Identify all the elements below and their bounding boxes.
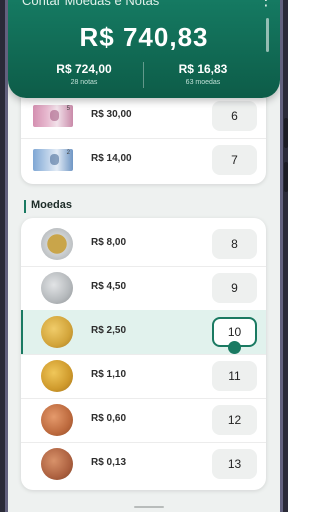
note-row-2-reais: 2 R$ 14,00 7 — [21, 138, 266, 182]
coin-1-centavo-icon — [41, 448, 73, 480]
note-value-2-reais: R$ 14,00 — [91, 153, 132, 164]
coin-quantity-input-10-centavos[interactable]: 11 — [212, 361, 257, 391]
coins-summary: R$ 16,83 63 moedas — [143, 62, 263, 86]
coin-value-10-centavos: R$ 1,10 — [91, 369, 127, 380]
coin-value-1-centavo: R$ 0,13 — [91, 457, 127, 468]
coin-value-5-centavos: R$ 0,60 — [91, 413, 127, 424]
coin-row-5-centavos: R$ 0,60 12 — [21, 398, 266, 442]
banknote-5-icon: 5 — [33, 105, 73, 127]
section-accent-bar — [24, 200, 26, 213]
volume-down-button[interactable] — [284, 162, 288, 192]
notes-count: 28 notas — [70, 79, 98, 86]
coins-total: R$ 16,83 — [178, 62, 228, 76]
home-indicator — [134, 506, 164, 508]
coin-5-centavos-icon — [41, 404, 73, 436]
coin-25-centavos-icon — [41, 316, 73, 348]
coin-10-centavos-icon — [41, 360, 73, 392]
grand-total: R$ 740,83 — [79, 22, 209, 52]
note-value-5-reais: R$ 30,00 — [91, 109, 132, 120]
volume-up-button[interactable] — [284, 118, 288, 148]
coin-quantity-input-5-centavos[interactable]: 12 — [212, 405, 257, 435]
notes-summary: R$ 724,00 28 notas — [24, 62, 144, 86]
text-cursor-handle[interactable] — [228, 341, 241, 354]
coins-section-title: Moedas — [31, 199, 72, 211]
coins-card: R$ 8,00 8 R$ 4,50 9 R$ 2,50 10 R$ 1,10 1… — [21, 218, 266, 490]
coin-row-10-centavos: R$ 1,10 11 — [21, 354, 266, 398]
coin-50-centavos-icon — [41, 272, 73, 304]
coin-row-1-centavo: R$ 0,13 13 — [21, 442, 266, 486]
notes-total: R$ 724,00 — [56, 62, 112, 76]
more-menu-icon[interactable]: ⋮ — [258, 0, 274, 10]
phone-frame-right-edge — [280, 0, 283, 512]
coin-row-50-centavos: R$ 4,50 9 — [21, 266, 266, 310]
coin-value-50-centavos: R$ 4,50 — [91, 281, 127, 292]
app-screen: 5 R$ 30,00 6 2 R$ 14,00 7 Moedas R$ 8,00… — [8, 0, 280, 512]
coin-value-1-real: R$ 8,00 — [91, 237, 127, 248]
coins-count: 63 moedas — [185, 79, 221, 86]
coin-quantity-input-1-centavo[interactable]: 13 — [212, 449, 257, 479]
coin-quantity-input-1-real[interactable]: 8 — [212, 229, 257, 259]
app-title: Contar Moedas e Notas — [22, 0, 160, 8]
summary-header: Contar Moedas e Notas ⋮ R$ 740,83 R$ 724… — [8, 0, 280, 98]
coin-row-1-real: R$ 8,00 8 — [21, 222, 266, 266]
note-quantity-input-5-reais[interactable]: 6 — [212, 101, 257, 131]
note-row-5-reais: 5 R$ 30,00 6 — [21, 94, 266, 138]
banknote-2-icon: 2 — [33, 149, 73, 171]
coin-value-25-centavos: R$ 2,50 — [91, 325, 127, 336]
note-quantity-input-2-reais[interactable]: 7 — [212, 145, 257, 175]
coin-1-real-icon — [41, 228, 73, 260]
coin-quantity-input-50-centavos[interactable]: 9 — [212, 273, 257, 303]
